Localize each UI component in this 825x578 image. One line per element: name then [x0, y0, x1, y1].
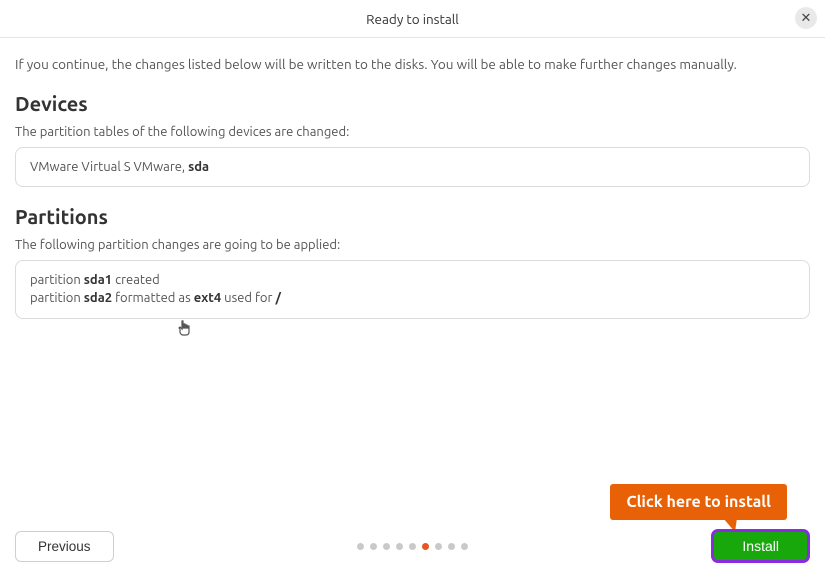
partition-id: sda1 — [84, 273, 112, 287]
pointer-cursor-icon — [178, 320, 194, 338]
devices-panel: VMware Virtual S VMware, sda — [15, 147, 810, 187]
partition-text: partition — [30, 291, 84, 305]
titlebar: Ready to install ✕ — [0, 0, 825, 38]
step-dot[interactable] — [461, 543, 468, 550]
main-content: If you continue, the changes listed belo… — [0, 38, 825, 319]
step-dot[interactable] — [422, 543, 429, 550]
previous-button[interactable]: Previous — [15, 531, 114, 562]
device-row: VMware Virtual S VMware, sda — [30, 158, 795, 176]
step-dots — [357, 543, 468, 550]
step-dot[interactable] — [448, 543, 455, 550]
install-button[interactable]: Install — [711, 529, 810, 563]
step-dot[interactable] — [435, 543, 442, 550]
partition-mount: / — [275, 291, 280, 305]
close-button[interactable]: ✕ — [795, 7, 817, 29]
partitions-panel: partition sda1 created partition sda2 fo… — [15, 260, 810, 318]
partition-text: created — [112, 273, 160, 287]
partitions-heading: Partitions — [15, 205, 810, 228]
footer-bar: Previous Install — [0, 524, 825, 578]
partitions-subtext: The following partition changes are goin… — [15, 238, 810, 252]
partition-row: partition sda1 created — [30, 271, 795, 289]
step-dot[interactable] — [370, 543, 377, 550]
partition-text: used for — [221, 291, 275, 305]
partition-row: partition sda2 formatted as ext4 used fo… — [30, 289, 795, 307]
devices-heading: Devices — [15, 92, 810, 115]
partition-text: partition — [30, 273, 84, 287]
device-name: sda — [188, 160, 209, 174]
step-dot[interactable] — [409, 543, 416, 550]
window-title: Ready to install — [366, 11, 459, 27]
device-prefix: VMware Virtual S VMware, — [30, 160, 188, 174]
close-icon: ✕ — [801, 11, 812, 26]
step-dot[interactable] — [396, 543, 403, 550]
step-dot[interactable] — [357, 543, 364, 550]
intro-text: If you continue, the changes listed belo… — [15, 56, 810, 72]
step-dot[interactable] — [383, 543, 390, 550]
partition-id: sda2 — [84, 291, 112, 305]
callout-annotation: Click here to install — [610, 484, 787, 520]
partition-fs: ext4 — [194, 291, 221, 305]
callout-text: Click here to install — [626, 493, 771, 511]
partition-text: formatted as — [112, 291, 194, 305]
devices-subtext: The partition tables of the following de… — [15, 125, 810, 139]
